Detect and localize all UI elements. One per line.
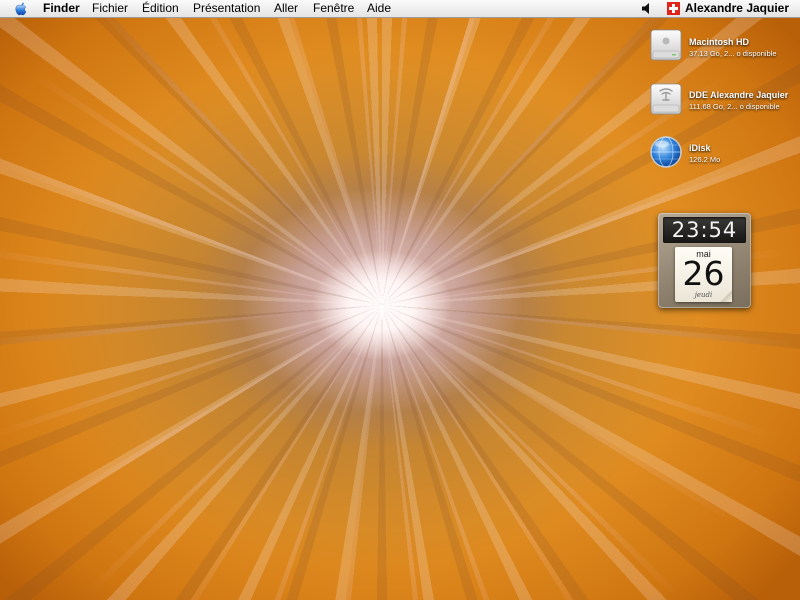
idisk-label[interactable]: iDisk 126.2 Mo: [689, 143, 720, 165]
calendar-page: mai 26 jeudi: [675, 247, 732, 302]
clock-calendar-widget[interactable]: 23:54 mai 26 jeudi: [658, 213, 751, 308]
menu-fichier[interactable]: Fichier: [92, 1, 128, 16]
macintosh-hd-label[interactable]: Macintosh HD 37.13 Go, 2... o disponible: [689, 37, 777, 59]
menu-aller[interactable]: Aller: [274, 1, 298, 16]
page-curl: [720, 290, 732, 302]
digital-clock: 23:54: [663, 217, 746, 243]
icon-name: Macintosh HD: [689, 37, 750, 47]
external-drive-label[interactable]: DDE Alexandre Jaquier 111.68 Go, 2... o …: [689, 90, 788, 112]
menu-presentation[interactable]: Présentation: [193, 1, 260, 16]
firewire-drive-icon[interactable]: [648, 81, 684, 117]
icon-info: 126.2 Mo: [689, 155, 721, 164]
idisk-globe-icon[interactable]: [648, 134, 684, 170]
hard-drive-icon[interactable]: [648, 27, 684, 63]
calendar-day: 26: [682, 254, 725, 293]
menu-bar: Finder Fichier Édition Présentation Alle…: [0, 0, 800, 18]
apple-logo-icon: [15, 2, 27, 16]
menu-fenetre[interactable]: Fenêtre: [313, 1, 354, 16]
icon-name: iDisk: [689, 143, 711, 153]
icon-info: 111.68 Go, 2... o disponible: [689, 102, 780, 111]
volume-icon[interactable]: [641, 2, 653, 15]
menu-edition[interactable]: Édition: [142, 1, 179, 16]
icon-info: 37.13 Go, 2... o disponible: [689, 49, 777, 58]
user-menu[interactable]: Alexandre Jaquier: [685, 1, 789, 16]
menu-aide[interactable]: Aide: [367, 1, 391, 16]
icon-name: DDE Alexandre Jaquier: [689, 90, 789, 100]
menu-finder[interactable]: Finder: [43, 1, 80, 16]
apple-menu[interactable]: [11, 0, 31, 17]
swiss-flag-input-menu-icon[interactable]: [667, 2, 680, 15]
